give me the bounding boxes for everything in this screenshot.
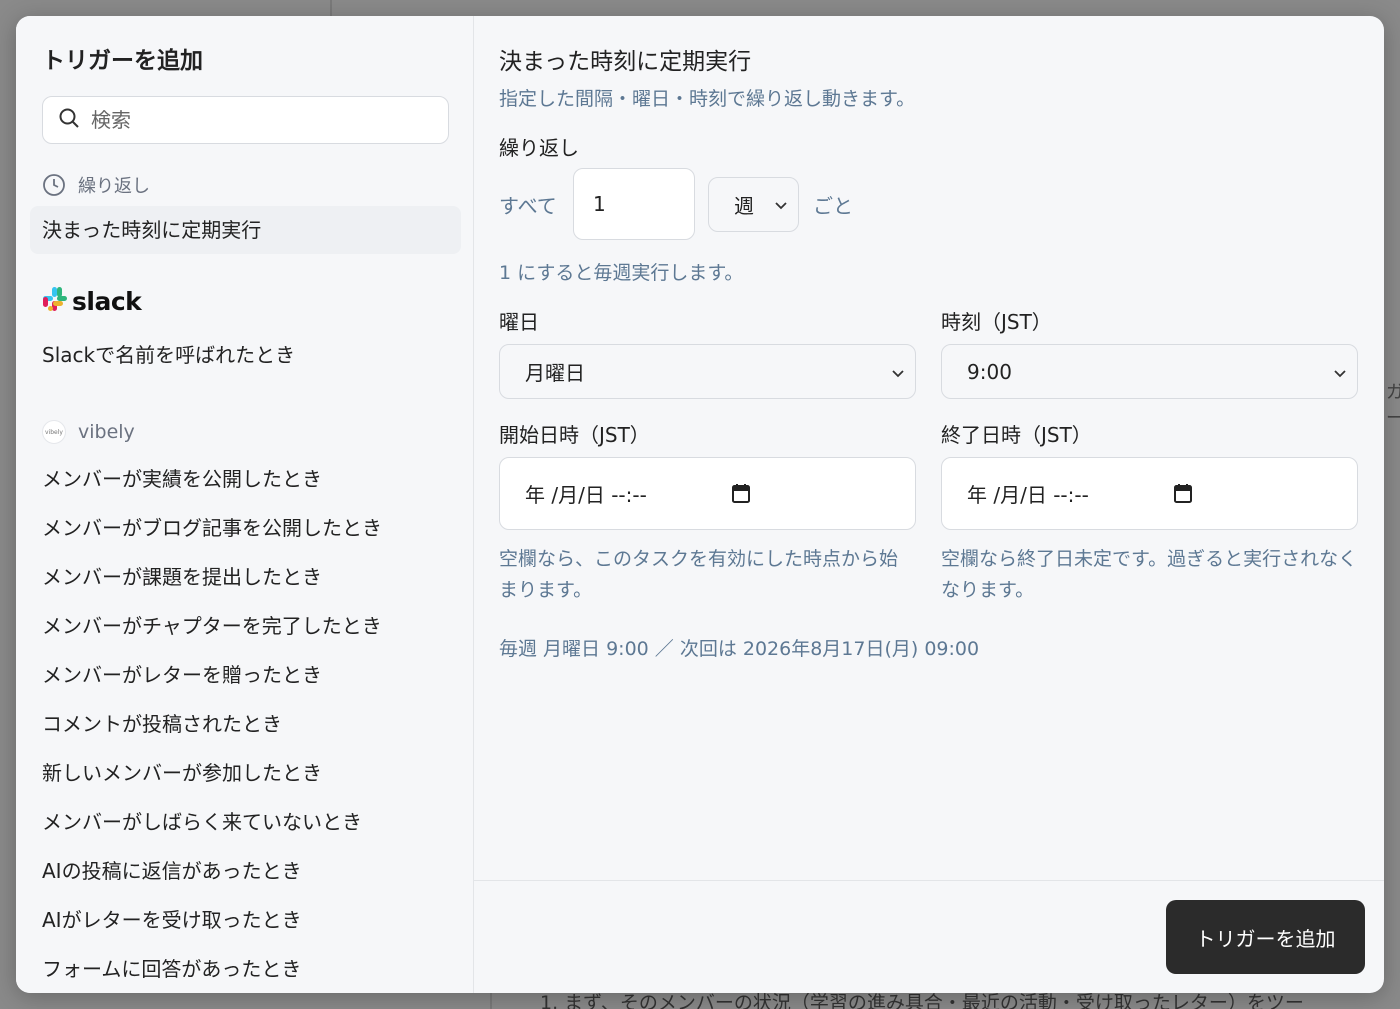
search-input[interactable] [91,108,421,132]
trigger-item[interactable]: メンバーがブログ記事を公開したとき [42,504,461,553]
chevron-down-icon [891,360,905,384]
repeat-label: 繰り返し [499,136,579,160]
slack-logo: slack [42,284,461,318]
weekday-value: 月曜日 [525,361,585,385]
start-help: 空欄なら、このタスクを有効にした時点から始まります。 [499,548,899,601]
group-header-vibely: vibely vibely [42,418,461,446]
trigger-sidebar: トリガーを追加 繰り返し 決まった時刻に定期実行 [16,16,474,993]
background-divider [330,0,332,16]
trigger-item[interactable]: メンバーがレターを贈ったとき [42,651,461,700]
trigger-config-panel: 決まった時刻に定期実行 指定した間隔・曜日・時刻で繰り返し動きます。 繰り返し … [474,16,1384,993]
trigger-item[interactable]: メンバーがしばらく来ていないとき [42,798,461,847]
trigger-item[interactable]: 新しいメンバーが参加したとき [42,749,461,798]
add-trigger-dialog: トリガーを追加 繰り返し 決まった時刻に定期実行 [16,16,1384,993]
interval-unit-select[interactable]: 週 [708,176,799,232]
search-icon [57,106,81,134]
slack-wordmark: slack [72,286,142,316]
trigger-item[interactable]: AIがレターを受け取ったとき [42,896,461,945]
end-field: 終了日時（JST） 年 /月/日 --:-- 空欄なら終了日未定です。過ぎると実… [941,421,1358,606]
group-label: vibely [78,421,135,443]
panel-subtitle: 指定した間隔・曜日・時刻で繰り返し動きます。 [499,88,916,110]
time-select[interactable]: 9:00 [941,344,1358,399]
trigger-item[interactable]: メンバーが実績を公開したとき [42,455,461,504]
weekday-label: 曜日 [499,310,539,334]
end-help: 空欄なら終了日未定です。過ぎると実行されなくなります。 [941,548,1358,601]
start-label: 開始日時（JST） [499,423,650,447]
weekday-time-row: 曜日 月曜日 時刻（JST） 9:00 [499,308,1358,399]
vibely-trigger-list: メンバーが実績を公開したとき メンバーがブログ記事を公開したとき メンバーが課題… [42,455,461,993]
per-label: ごと [813,193,853,218]
every-label: すべて [499,193,557,218]
time-field: 時刻（JST） 9:00 [941,308,1358,399]
start-datetime-input[interactable]: 年 /月/日 --:-- [499,457,916,530]
clock-icon [42,173,66,197]
date-range-row: 開始日時（JST） 年 /月/日 --:-- 空欄なら、このタスクを有効にした時… [499,421,1358,606]
schedule-summary: 毎週 月曜日 9:00 ／ 次回は 2026年8月17日(月) 09:00 [499,638,980,660]
calendar-icon[interactable] [1174,483,1192,508]
unit-value: 週 [734,193,754,218]
trigger-item-slack-mention[interactable]: Slackで名前を呼ばれたとき [42,331,461,380]
weekday-field: 曜日 月曜日 [499,308,916,399]
slack-icon [42,286,68,316]
chevron-down-icon [774,192,788,216]
sidebar-title: トリガーを追加 [42,48,203,74]
repeat-row: すべて 1 週 ごと [499,168,1358,240]
calendar-icon[interactable] [732,483,750,508]
trigger-item-scheduled[interactable]: 決まった時刻に定期実行 [30,206,461,254]
trigger-item[interactable]: メンバーが課題を提出したとき [42,553,461,602]
trigger-item[interactable]: メンバーがチャプターを完了したとき [42,602,461,651]
background-fragment: ガー [1386,382,1400,429]
time-value: 9:00 [967,359,1012,384]
trigger-item[interactable]: AIの投稿に返信があったとき [42,847,461,896]
background-divider [490,993,492,1009]
start-field: 開始日時（JST） 年 /月/日 --:-- 空欄なら、このタスクを有効にした時… [499,421,916,606]
group-header-repeat: 繰り返し [42,172,461,198]
end-placeholder: 年 /月/日 --:-- [967,483,1089,507]
search-box[interactable] [42,96,449,144]
start-placeholder: 年 /月/日 --:-- [525,483,647,507]
interval-input[interactable]: 1 [573,168,695,240]
time-label: 時刻（JST） [941,310,1052,334]
trigger-item[interactable]: コメントが投稿されたとき [42,700,461,749]
chevron-down-icon [1333,360,1347,384]
interval-hint: 1 にすると毎週実行します。 [499,262,744,284]
add-trigger-button[interactable]: トリガーを追加 [1166,900,1365,974]
vibely-icon: vibely [42,420,66,444]
end-label: 終了日時（JST） [941,423,1092,447]
group-label: 繰り返し [78,176,150,197]
weekday-select[interactable]: 月曜日 [499,344,916,399]
end-datetime-input[interactable]: 年 /月/日 --:-- [941,457,1358,530]
panel-title: 決まった時刻に定期実行 [499,49,752,75]
trigger-item[interactable]: フォームに回答があったとき [42,945,461,993]
dialog-footer: トリガーを追加 [474,880,1384,993]
